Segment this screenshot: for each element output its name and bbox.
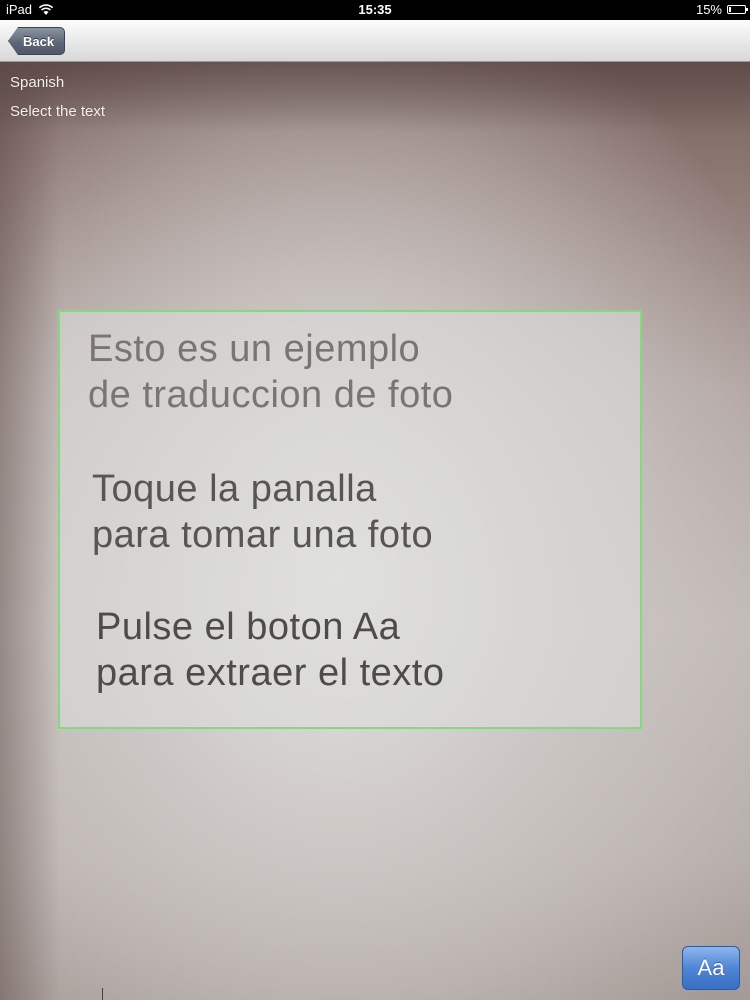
battery-percent: 15% [695, 2, 722, 17]
battery-fill [729, 7, 731, 12]
photo-text-line: de traduccion de foto [88, 374, 454, 416]
app-screen: iPad 15:35 15% Back Spanish Select the t… [0, 0, 750, 1000]
photo-paragraph-3: Pulse el boton Aa para extraer el texto [96, 604, 444, 696]
clock: 15:35 [358, 2, 392, 17]
photo-paragraph-1: Esto es un ejemplo de traduccion de foto [88, 326, 453, 418]
text-selection-box[interactable]: Esto es un ejemplo de traduccion de foto… [58, 310, 642, 729]
battery-icon [727, 5, 748, 14]
back-button[interactable]: Back [8, 27, 66, 55]
photo-text-line: Toque la panalla [92, 468, 377, 510]
extract-text-button[interactable]: Aa [682, 946, 740, 990]
photo-text-line: para extraer el texto [96, 652, 445, 694]
photo-text-line: Esto es un ejemplo [88, 328, 421, 370]
photo-edge-mark [102, 988, 103, 1000]
language-label[interactable]: Spanish [10, 74, 64, 91]
navigation-bar: Back [0, 20, 750, 62]
camera-preview[interactable]: Spanish Select the text Esto es un ejemp… [0, 62, 750, 1000]
status-bar: iPad 15:35 15% [0, 0, 750, 20]
instruction-label: Select the text [10, 103, 106, 120]
photo-text-line: Pulse el boton Aa [96, 606, 401, 648]
photo-paragraph-2: Toque la panalla para tomar una foto [92, 466, 433, 558]
photo-text-line: para tomar una foto [92, 514, 434, 556]
